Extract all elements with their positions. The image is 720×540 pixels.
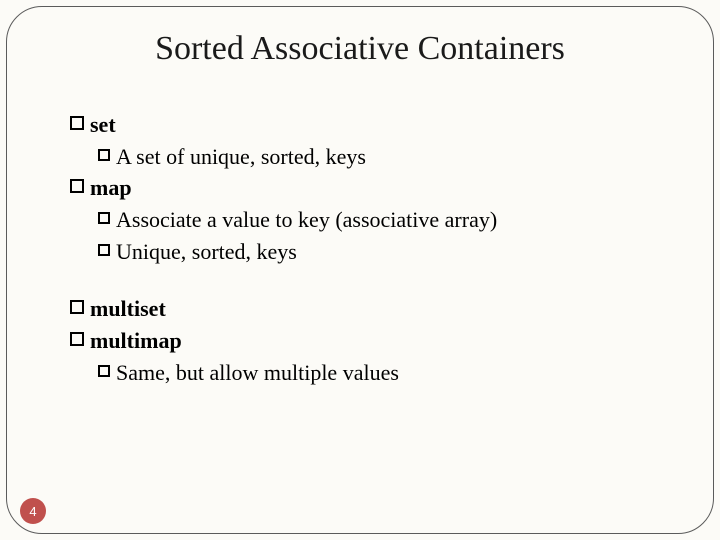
subbullet-set-desc: A set of unique, sorted, keys (70, 142, 670, 172)
bullet-text: Unique, sorted, keys (116, 237, 297, 267)
bullet-label: multimap (90, 326, 182, 356)
bullet-multiset: multiset (70, 294, 670, 324)
bullet-label: set (90, 110, 116, 140)
checkbox-icon (70, 332, 84, 346)
bullet-set: set (70, 110, 670, 140)
spacer (70, 268, 670, 294)
subbullet-map-desc1: Associate a value to key (associative ar… (70, 205, 670, 235)
content-area: set A set of unique, sorted, keys map As… (70, 110, 670, 390)
bullet-map: map (70, 173, 670, 203)
subbullet-map-desc2: Unique, sorted, keys (70, 237, 670, 267)
checkbox-icon (70, 179, 84, 193)
bullet-text: Associate a value to key (associative ar… (116, 205, 497, 235)
bullet-text: A set of unique, sorted, keys (116, 142, 366, 172)
slide: Sorted Associative Containers set A set … (0, 0, 720, 540)
bullet-label: map (90, 173, 132, 203)
checkbox-icon (98, 149, 110, 161)
slide-title: Sorted Associative Containers (0, 30, 720, 68)
bullet-label: multiset (90, 294, 166, 324)
checkbox-icon (98, 244, 110, 256)
bullet-text: Same, but allow multiple values (116, 358, 399, 388)
bullet-multimap: multimap (70, 326, 670, 356)
checkbox-icon (98, 365, 110, 377)
checkbox-icon (98, 212, 110, 224)
checkbox-icon (70, 300, 84, 314)
subbullet-multimap-desc: Same, but allow multiple values (70, 358, 670, 388)
checkbox-icon (70, 116, 84, 130)
page-number-badge: 4 (20, 498, 46, 524)
